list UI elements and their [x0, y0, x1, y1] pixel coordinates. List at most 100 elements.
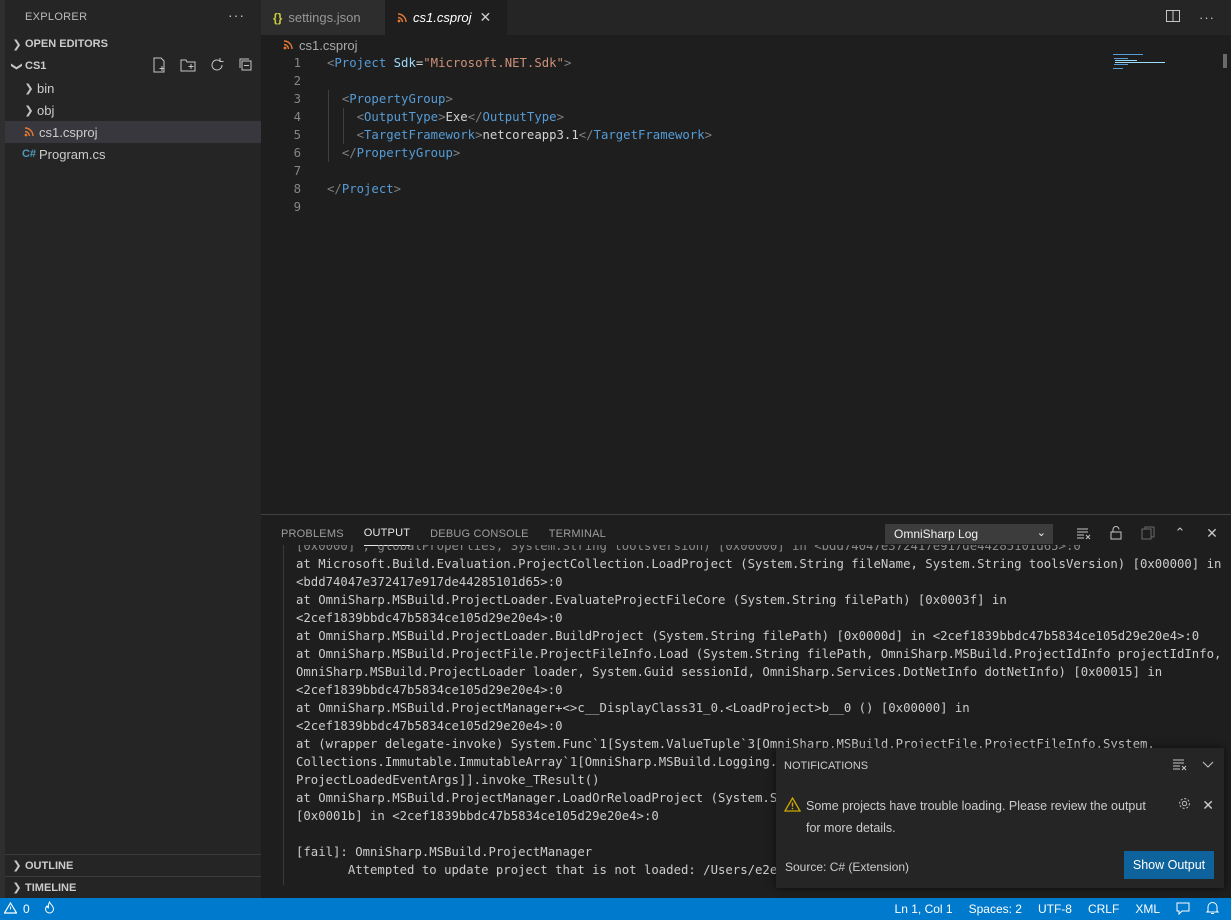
output-line: at OmniSharp.MSBuild.ProjectLoader.Build… — [296, 629, 1200, 643]
tab-label: cs1.csproj — [413, 10, 472, 25]
token-close: > — [452, 146, 461, 160]
token-close: > — [393, 182, 402, 196]
json-icon: {} — [273, 10, 283, 25]
tree-item-label: bin — [37, 80, 55, 96]
problems-indicator[interactable]: 0 — [0, 900, 55, 917]
end-of-line[interactable]: CRLF — [1080, 902, 1127, 916]
explorer-sidebar: EXPLORER ··· ❯ OPEN EDITORS ❯ CS1 ❯ bin … — [0, 0, 261, 898]
show-output-button[interactable]: Show Output — [1124, 851, 1214, 879]
notification-text-line1: Some projects have trouble loading. Plea… — [806, 799, 1146, 813]
collapse-all-icon[interactable] — [237, 56, 255, 74]
code-line[interactable]: 8 </Project> — [261, 180, 1221, 198]
indent-guide — [328, 90, 329, 108]
notification-text-line2: for more details. — [806, 821, 896, 835]
gear-icon[interactable] — [1177, 796, 1192, 818]
line-number: 8 — [293, 182, 301, 196]
output-line: OmniSharp.MSBuild.ProjectLoader loader, … — [296, 665, 1163, 679]
breadcrumb-file: cs1.csproj — [299, 37, 358, 53]
code-text: <TargetFramework>netcoreapp3.1</TargetFr… — [301, 126, 712, 144]
output-channel-select[interactable]: OmniSharp Log ⌄ — [885, 524, 1053, 544]
tab-problems[interactable]: PROBLEMS — [281, 522, 344, 546]
output-line: at OmniSharp.MSBuild.ProjectFile.Project… — [296, 647, 1222, 661]
open-editors-header[interactable]: ❯ OPEN EDITORS — [5, 33, 261, 55]
bell-icon[interactable] — [1198, 901, 1231, 918]
more-actions-icon[interactable]: ··· — [228, 7, 245, 23]
chevron-down-icon[interactable] — [1202, 758, 1214, 775]
csharp-icon: C# — [21, 148, 37, 160]
code-line[interactable]: 2 — [261, 72, 1221, 90]
tab-output[interactable]: OUTPUT — [363, 521, 411, 546]
project-header[interactable]: ❯ CS1 — [5, 55, 261, 77]
lock-icon[interactable] — [1107, 524, 1125, 542]
token-tag: Project — [334, 56, 387, 70]
timeline-header[interactable]: ❯ TIMELINE — [5, 876, 261, 898]
flame-icon[interactable] — [44, 900, 55, 917]
code-line[interactable]: 7 — [261, 162, 1221, 180]
tab-settings-json[interactable]: {} settings.json — [261, 0, 385, 35]
code-line[interactable]: 3 <PropertyGroup> — [261, 90, 1221, 108]
code-line[interactable]: 4 <OutputType>Exe</OutputType> — [261, 108, 1221, 126]
explorer-title: EXPLORER — [25, 10, 88, 23]
tab-debug-console[interactable]: DEBUG CONSOLE — [430, 522, 529, 546]
code-line[interactable]: 5 <TargetFramework>netcoreapp3.1</Target… — [261, 126, 1221, 144]
new-folder-icon[interactable] — [179, 56, 197, 74]
token-end-tag: TargetFramework — [593, 128, 705, 142]
minimap[interactable] — [1111, 53, 1171, 73]
clear-notifications-icon[interactable] — [1172, 758, 1188, 775]
token-bracket: </ — [467, 110, 483, 124]
notification-source: Source: C# (Extension) — [785, 860, 910, 874]
breadcrumb[interactable]: cs1.csproj — [261, 35, 1231, 55]
indentation[interactable]: Spaces: 2 — [961, 902, 1030, 916]
tree-item-program-cs[interactable]: C# Program.cs — [5, 143, 261, 165]
code-line[interactable]: 6 </PropertyGroup> — [261, 144, 1221, 162]
line-number: 2 — [293, 74, 301, 88]
outline-header[interactable]: ❯ OUTLINE — [5, 854, 261, 876]
line-number: 4 — [293, 110, 301, 124]
output-line: at OmniSharp.MSBuild.ProjectManager+<>c_… — [296, 701, 970, 715]
project-label: CS1 — [25, 60, 47, 72]
token-text: netcoreapp3.1 — [482, 128, 579, 142]
refresh-icon[interactable] — [208, 56, 226, 74]
more-actions-icon[interactable]: ··· — [1199, 10, 1215, 25]
warning-icon — [3, 901, 18, 917]
cursor-position[interactable]: Ln 1, Col 1 — [887, 902, 961, 916]
tab-label: settings.json — [288, 10, 361, 25]
close-icon[interactable]: ✕ — [1202, 794, 1214, 816]
close-icon[interactable]: ✕ — [480, 9, 492, 26]
line-number: 7 — [293, 164, 301, 178]
problems-count: 0 — [23, 902, 30, 916]
warning-icon — [783, 796, 802, 819]
code-text: </PropertyGroup> — [301, 144, 460, 162]
indent-guide — [343, 126, 344, 144]
split-editor-icon[interactable] — [1165, 8, 1181, 27]
language-mode[interactable]: XML — [1127, 902, 1168, 916]
code-editor[interactable]: 1 <Project Sdk="Microsoft.NET.Sdk"> 2 3 <Pr… — [261, 54, 1221, 514]
tab-terminal[interactable]: TERMINAL — [549, 522, 606, 546]
maximize-panel-icon[interactable]: ⌃ — [1171, 524, 1189, 542]
close-icon[interactable]: ✕ — [1203, 524, 1221, 542]
tree-item-obj[interactable]: ❯ obj — [5, 99, 261, 121]
tree-item-label: obj — [37, 102, 55, 118]
tab-cs1-csproj[interactable]: cs1.csproj ✕ — [385, 0, 507, 35]
new-file-icon[interactable] — [150, 56, 168, 74]
line-number: 9 — [293, 200, 301, 214]
output-channel-value: OmniSharp Log — [894, 527, 979, 541]
code-line[interactable]: 1 <Project Sdk="Microsoft.NET.Sdk"> — [261, 54, 1221, 72]
tree-item-bin[interactable]: ❯ bin — [5, 77, 261, 99]
encoding[interactable]: UTF-8 — [1030, 902, 1080, 916]
code-line[interactable]: 9 — [261, 198, 1221, 216]
chevron-right-icon: ❯ — [24, 104, 34, 117]
chevron-right-icon: ❯ — [12, 38, 22, 51]
chevron-right-icon: ❯ — [12, 882, 22, 894]
editor-scrollbar[interactable] — [1223, 54, 1227, 68]
clear-output-icon[interactable] — [1075, 524, 1093, 542]
token-bracket: </ — [578, 128, 594, 142]
copy-icon[interactable] — [1139, 524, 1157, 542]
token-tag: OutputType — [364, 110, 439, 124]
feedback-icon[interactable] — [1168, 901, 1198, 918]
code-text: <OutputType>Exe</OutputType> — [301, 108, 564, 126]
tree-item-cs1-csproj[interactable]: cs1.csproj — [5, 121, 261, 143]
output-line: [0x0000] , globalProperties, System.Stri… — [296, 545, 1081, 553]
